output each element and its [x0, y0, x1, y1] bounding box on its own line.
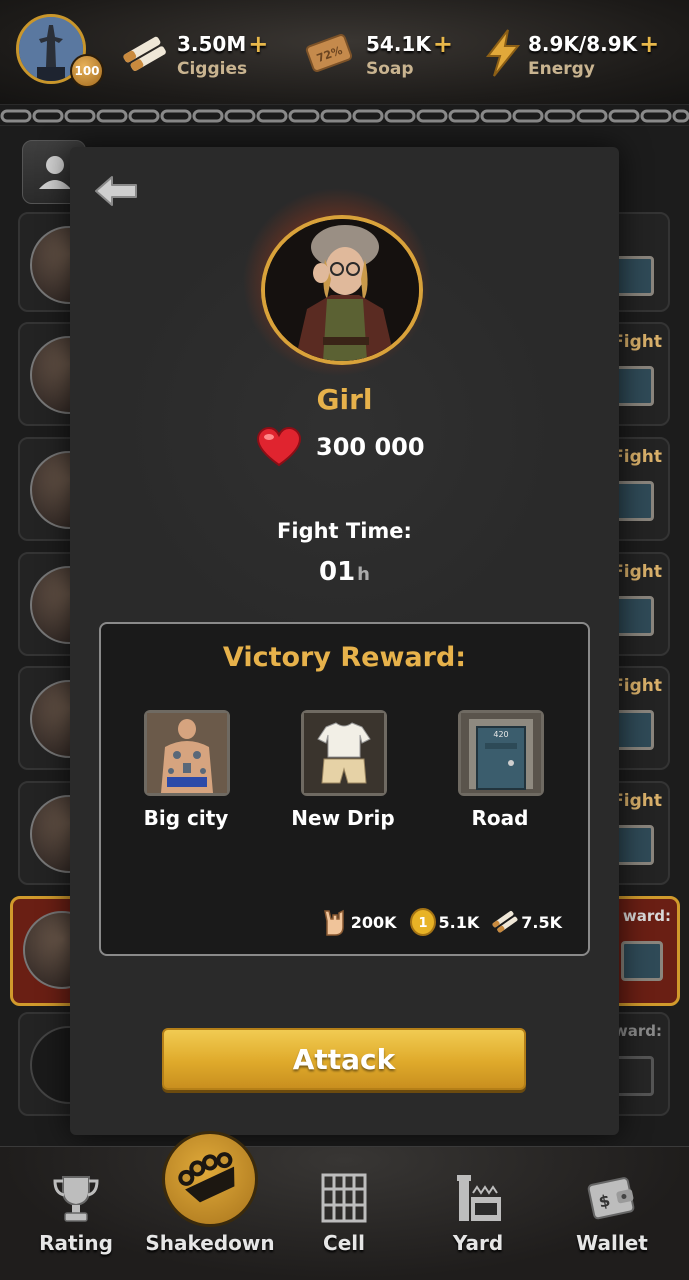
nav-wallet[interactable]: $ Wallet [546, 1147, 678, 1280]
soap-plus-icon[interactable]: + [433, 30, 453, 58]
enemy-modal: Girl 300 000 Fight Time: 01 h Victory Rew… [70, 147, 619, 1135]
ciggies-label: Ciggies [177, 59, 248, 79]
nav-label: Cell [323, 1231, 365, 1255]
wallet-icon: $ [587, 1177, 635, 1220]
reward-name: Big city [143, 806, 229, 830]
reward-name: Road [471, 806, 529, 830]
energy-label: Energy [528, 59, 595, 79]
player-avatar[interactable]: 100 [16, 14, 104, 90]
reward-totals: 200K 1 5.1K 7.5K [321, 902, 570, 942]
fight-time-number: 01 [318, 557, 356, 587]
health-value: 300 000 [316, 433, 425, 461]
energy-value: 8.9K/8.9K [528, 32, 638, 56]
fight-time-unit: h [357, 564, 370, 585]
svg-text:1: 1 [418, 916, 427, 931]
fight-label: Fight [612, 791, 662, 811]
soap-icon: 72% [305, 34, 353, 72]
soap-resource[interactable]: 72% 54.1K+ Soap [304, 28, 464, 84]
cigarettes-icon [492, 910, 518, 933]
shakedown-active-circle [162, 1131, 258, 1227]
fight-time-label: Fight Time: [277, 519, 412, 543]
fight-time-value: 01 h [70, 557, 619, 587]
ciggies-value: 3.50M [177, 32, 247, 56]
fight-label: Fight [612, 332, 662, 352]
watchtower-icon [457, 1175, 501, 1221]
tattooed-man-icon [144, 710, 230, 796]
nav-label: Yard [452, 1231, 504, 1255]
lightning-icon [485, 29, 521, 77]
reward-label: ward: [622, 907, 671, 925]
fight-label: Fight [612, 676, 662, 696]
reward-item-big-city[interactable]: Big city [111, 710, 261, 840]
coin-reward: 1 5.1K [409, 907, 488, 937]
shirt-icon [301, 710, 387, 796]
nav-cell[interactable]: Cell [278, 1147, 410, 1280]
energy-resource[interactable]: 8.9K/8.9K+ Energy [478, 28, 678, 84]
bottom-navigation: Rating Shakedown Cell Yard $ Wallet [0, 1131, 689, 1280]
level-badge: 100 [70, 54, 104, 88]
chain-divider [0, 104, 689, 126]
reputation-value: 200K [350, 912, 397, 932]
back-arrow-icon [95, 176, 137, 206]
door-icon: 420 [458, 710, 544, 796]
coin-value: 5.1K [438, 912, 480, 932]
nav-label: Wallet [576, 1231, 648, 1255]
door-number: 420 [493, 730, 508, 739]
victory-reward-panel: Victory Reward: Big city New Drip 420 Ro… [99, 622, 590, 956]
rock-hand-icon [323, 909, 344, 936]
coin-icon: 1 [409, 908, 436, 936]
reward-label: ward: [613, 1022, 662, 1040]
reward-item-new-drip[interactable]: New Drip [268, 710, 418, 840]
energy-plus-icon[interactable]: + [639, 30, 659, 58]
nav-label: Rating [39, 1231, 113, 1255]
attack-button-label: Attack [292, 1042, 396, 1076]
heart-icon [256, 427, 302, 467]
nav-shakedown[interactable]: Shakedown [144, 1131, 276, 1280]
door-icon [621, 941, 663, 981]
ciggies-reward-value: 7.5K [521, 912, 562, 932]
ciggies-resource[interactable]: 3.50M+ Ciggies [120, 28, 280, 84]
back-button[interactable] [92, 171, 140, 211]
trophy-icon [53, 1176, 99, 1222]
reward-item-road[interactable]: 420 Road [425, 710, 575, 840]
reputation-reward: 200K [321, 907, 405, 937]
top-bar: 100 3.50M+ Ciggies 72% 54.1K+ Soap 8.9K/… [0, 0, 689, 104]
cell-bars-icon [321, 1173, 367, 1223]
victory-reward-title: Victory Reward: [222, 642, 467, 673]
brass-knuckles-icon [178, 1152, 235, 1203]
nav-label: Shakedown [145, 1231, 275, 1255]
ciggies-reward: 7.5K [491, 907, 570, 937]
enemy-portrait [261, 215, 423, 365]
fight-label: Fight [612, 447, 662, 467]
reward-name: New Drip [291, 806, 395, 830]
nav-rating[interactable]: Rating [10, 1147, 142, 1280]
enemy-name: Girl [316, 383, 373, 416]
fight-label: Fight [612, 562, 662, 582]
ciggies-plus-icon[interactable]: + [248, 30, 268, 58]
soap-value: 54.1K [366, 32, 431, 56]
attack-button[interactable]: Attack [162, 1028, 526, 1090]
cigarettes-icon [123, 36, 166, 71]
enemy-health: 300 000 [256, 427, 456, 467]
nav-yard[interactable]: Yard [412, 1147, 544, 1280]
soap-label: Soap [366, 59, 414, 79]
